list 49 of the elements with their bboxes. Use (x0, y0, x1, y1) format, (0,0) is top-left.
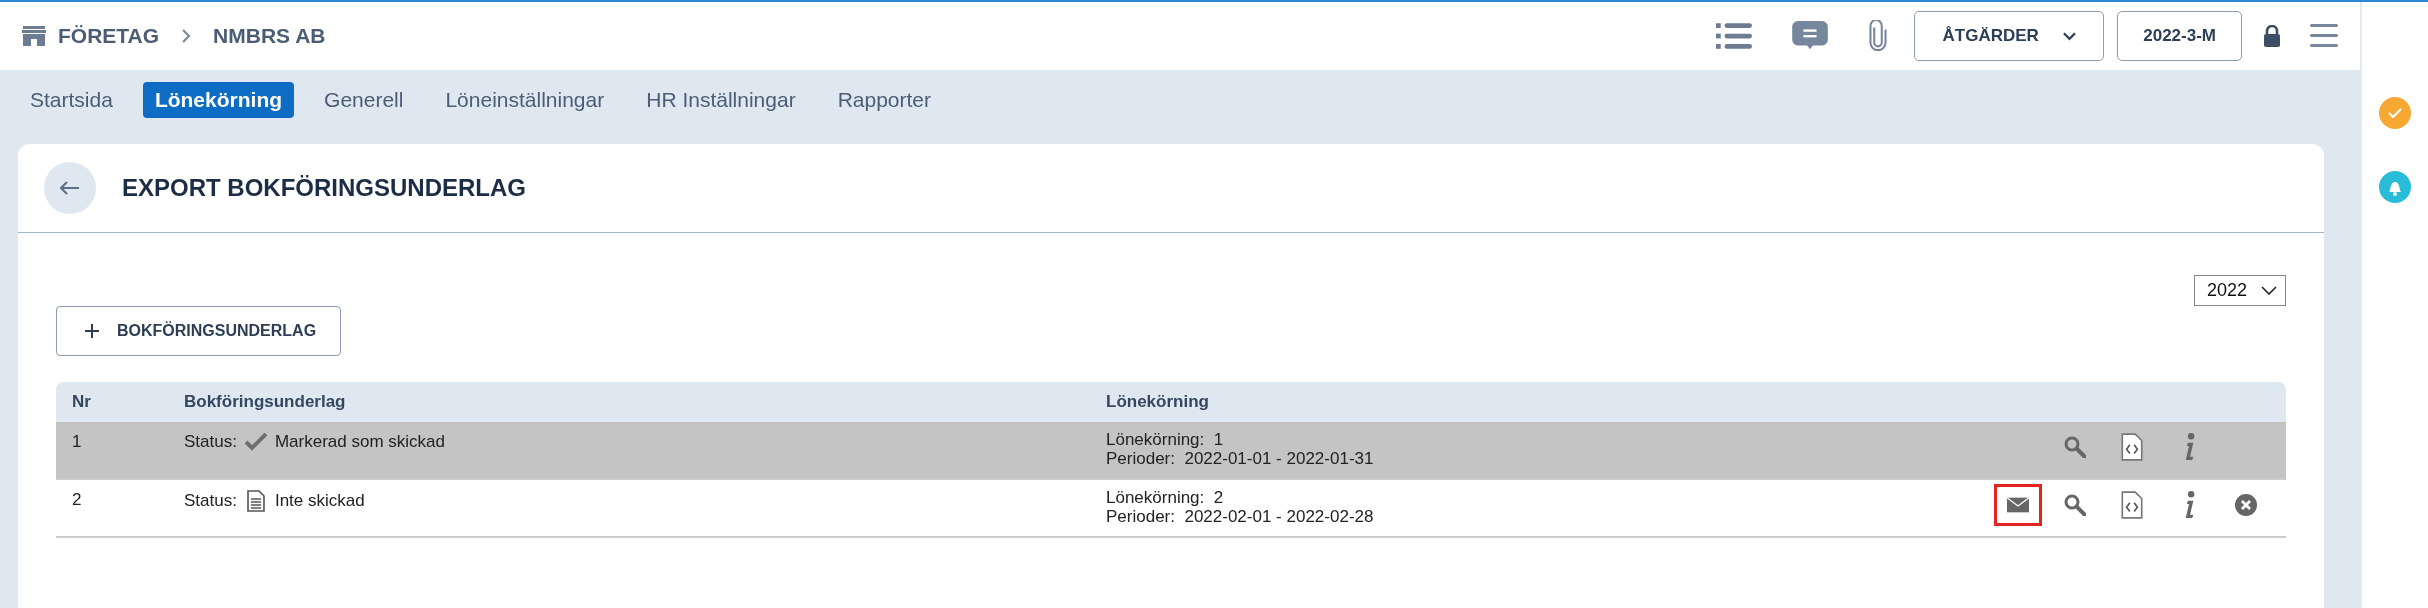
bell-icon[interactable] (2379, 171, 2411, 203)
actions-button[interactable]: ÅTGÄRDER (1914, 11, 2105, 61)
row-number: 2 (71, 489, 83, 510)
column-header: Bokföringsunderlag (184, 392, 347, 412)
add-button[interactable]: BOKFÖRINGSUNDERLAG (56, 306, 342, 356)
table-row[interactable]: 2 Status: Inte skickad Lönekörning: 2 Perioder: 2022-02-01 - 2022-02-28 (56, 480, 2286, 538)
checkmark-icon (244, 433, 267, 451)
chevron-right-icon (181, 29, 192, 43)
status-text: Inte skickad (274, 491, 365, 511)
store-icon (22, 26, 46, 46)
company-name: NMBRS AB (213, 24, 326, 48)
back-button[interactable] (44, 162, 96, 214)
payrun-info: Lönekörning: 1 (1106, 430, 1225, 449)
nav-tab[interactable]: Rapporter (825, 82, 944, 118)
list-icon[interactable] (1716, 22, 1753, 50)
breadcrumb-link[interactable]: FÖRETAG (58, 24, 160, 48)
nav-tab[interactable]: Löneinställningar (433, 82, 617, 118)
period-info: Perioder: 2022-01-01 - 2022-01-31 (1106, 449, 1375, 468)
task-check-icon[interactable] (2379, 97, 2411, 129)
search-icon[interactable] (2063, 436, 2086, 458)
arrow-left-icon (60, 181, 80, 195)
caret-icon (2062, 31, 2076, 41)
nav-tab[interactable]: Generell (312, 82, 416, 118)
chat-icon[interactable] (1792, 21, 1829, 51)
nav-tab[interactable]: Startsida (18, 82, 125, 118)
period-button[interactable]: 2022-3-M (2117, 11, 2242, 61)
paperclip-icon[interactable] (1868, 20, 1889, 52)
row-number: 1 (71, 431, 83, 452)
column-header: Lönekörning (1106, 392, 1210, 412)
document-icon (244, 490, 267, 512)
menu-icon[interactable] (2310, 24, 2338, 48)
code-file-icon[interactable] (2120, 491, 2143, 519)
code-file-icon[interactable] (2120, 433, 2143, 461)
page-title: EXPORT BOKFÖRINGSUNDERLAG (122, 174, 526, 202)
status-label: Status: (184, 491, 237, 511)
table-row[interactable]: 1 Status: Markerad som skickad Lönekörning: 1 Perioder: 2022-01-01 - 2022-01-31 (56, 422, 2286, 480)
caret-icon (2261, 286, 2277, 295)
payrun-info: Lönekörning: 2 (1106, 488, 1225, 507)
nav-tab[interactable]: Lönekörning (142, 82, 295, 118)
status-text: Markerad som skickad (274, 432, 445, 452)
plus-icon (85, 324, 99, 338)
period-info: Perioder: 2022-02-01 - 2022-02-28 (1106, 507, 1375, 526)
status-label: Status: (184, 432, 237, 452)
close-icon[interactable] (2234, 494, 2257, 516)
search-icon[interactable] (2063, 494, 2086, 516)
year-select[interactable]: 2022 (2193, 275, 2286, 306)
nav-tab[interactable]: HR Inställningar (634, 82, 808, 118)
column-header: Nr (71, 392, 92, 412)
lock-icon[interactable] (2264, 25, 2280, 47)
